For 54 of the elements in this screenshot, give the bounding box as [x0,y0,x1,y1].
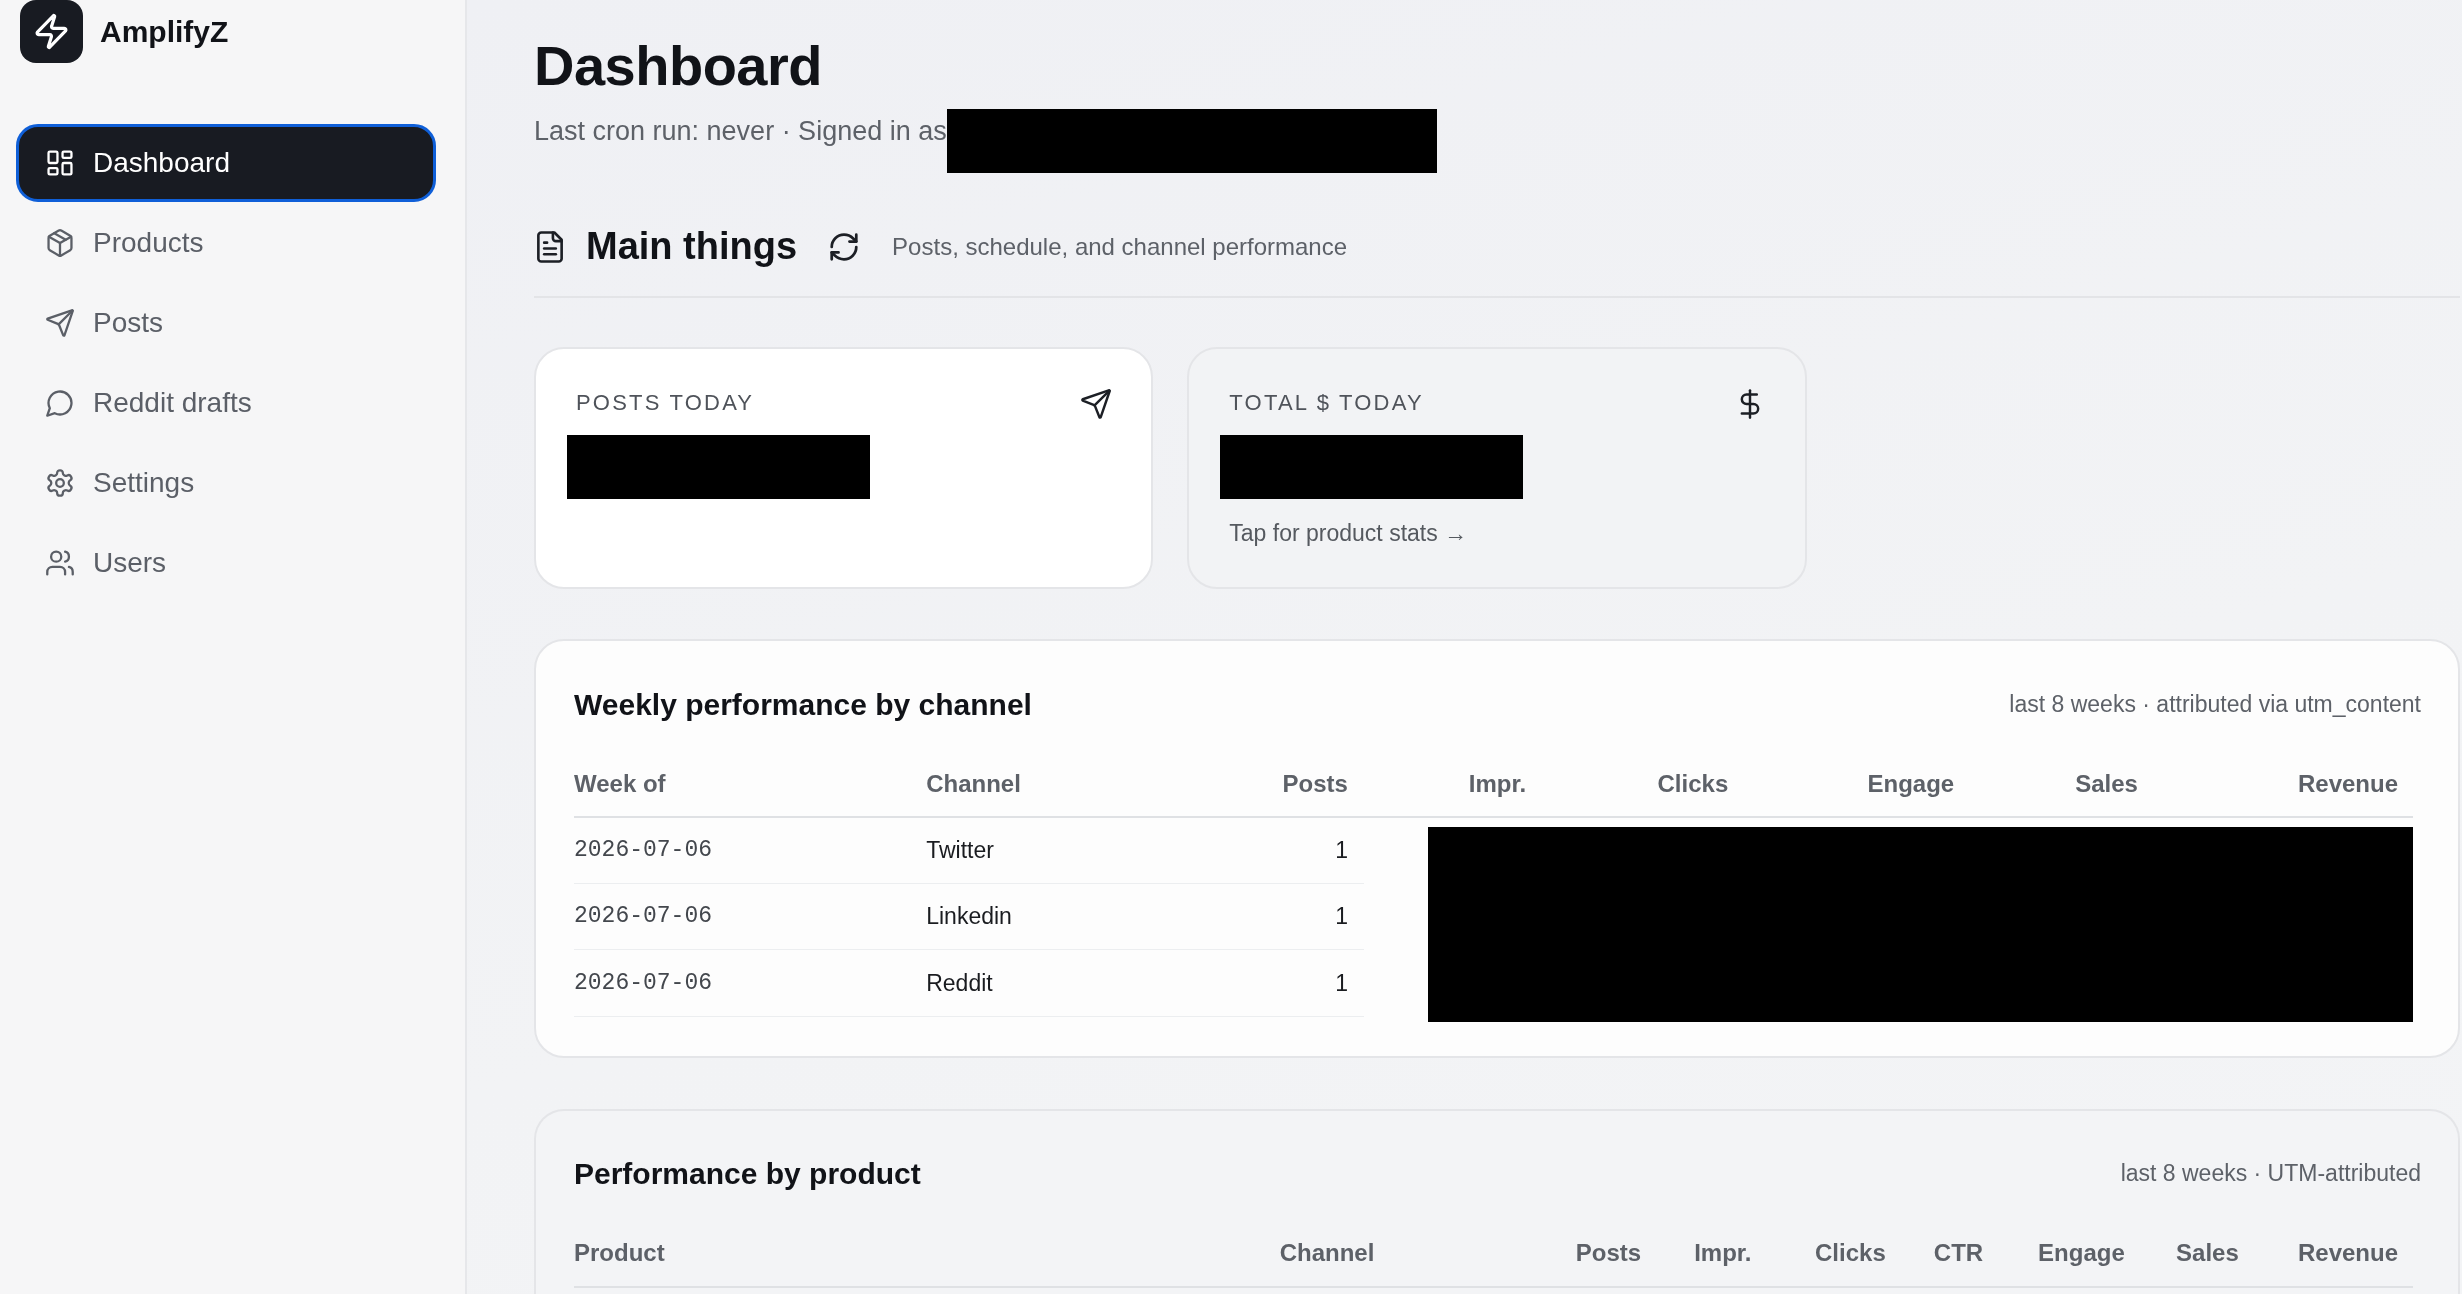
table-cell: Linkedin [910,883,1181,950]
users-icon [46,549,74,577]
section-description: Posts, schedule, and channel performance [892,232,1348,262]
column-header: Impr. [1363,751,1543,817]
column-header: Channel [910,751,1181,817]
dashboard-grid-icon [46,149,74,177]
table-cell: Reddit [910,949,1181,1016]
column-header: Impr. [1657,1220,1768,1287]
sidebar-nav-item[interactable]: Users [16,524,436,602]
brand-name: AmplifyZ [100,14,229,50]
table-cell: 1 [1180,817,1364,884]
table-cell: 2026-07-06 [574,817,911,884]
sidebar-nav-item[interactable]: Posts [16,284,436,362]
table-title: Performance by product [574,1156,921,1192]
package-icon [46,229,74,257]
table-title: Weekly performance by channel [574,686,1032,723]
column-header: Product [574,1220,1264,1287]
sidebar-nav-item[interactable]: Products [16,204,436,282]
section-title: Main things [586,224,798,270]
column-header: Engage [1744,751,1971,817]
column-header: Channel [1263,1220,1560,1287]
table-cell: 1 [1180,883,1364,950]
status-line: Last cron run: never · Signed in as [534,115,947,148]
table-cell: 2026-07-06 [574,883,911,950]
paper-plane-icon [46,309,74,337]
stat-link-text[interactable]: Tap for product stats → [1229,518,1468,548]
column-header: Sales [1970,751,2154,817]
column-header: Posts [1180,751,1364,817]
column-header: Clicks [1767,1220,1902,1287]
table-cell: 2026-07-06 [574,949,911,1016]
column-header: Posts [1559,1220,1658,1287]
column-header: Sales [2140,1220,2255,1287]
column-header: Week of [574,751,911,817]
column-header: Revenue [2153,751,2413,817]
settings-icon [46,469,74,497]
sidebar-nav-item[interactable]: Settings [16,444,436,522]
table-note: last 8 weeks · attributed via utm_content [2009,689,2421,719]
column-header: CTR [1901,1220,2000,1287]
page-title: Dashboard [534,34,822,98]
stat-label: POSTS TODAY [576,389,755,417]
sidebar-nav-item[interactable]: Reddit drafts [16,364,436,442]
table-cell: Twitter [910,817,1181,884]
document-icon [534,231,566,263]
table-cell: 1 [1180,949,1364,1016]
column-header: Revenue [2254,1220,2413,1287]
table-note: last 8 weeks · UTM-attributed [2120,1159,2421,1189]
paper-plane-icon [1081,389,1112,419]
column-header: Engage [1999,1220,2141,1287]
stat-label: TOTAL $ TODAY [1229,389,1424,417]
stat-card[interactable]: TOTAL $ TODAY Tap for product stats → [1187,347,1807,589]
column-header: Clicks [1542,751,1745,817]
refresh-icon[interactable] [829,232,860,262]
sidebar-nav-item[interactable]: Dashboard [16,124,436,202]
chat-bubble-icon [46,389,74,417]
